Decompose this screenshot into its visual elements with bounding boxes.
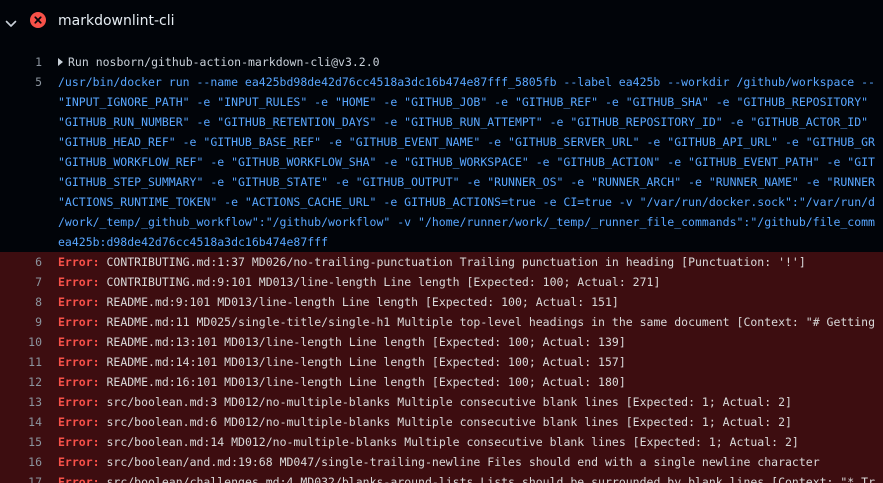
command-text: "ACTIONS_RUNTIME_TOKEN" -e "ACTIONS_CACH… [58, 195, 875, 209]
error-label: Error: [58, 415, 100, 429]
command-text: "GITHUB_RUN_NUMBER" -e "GITHUB_RETENTION… [58, 115, 869, 129]
error-message: src/boolean.md:14 MD012/no-multiple-blan… [106, 435, 799, 449]
log-output: 1 Run nosborn/github-action-markdown-cli… [0, 52, 883, 483]
command-text: ea425b:d98de42d76cc4518a3dc16b474e87fff [58, 235, 329, 249]
line-number[interactable]: 11 [0, 352, 42, 372]
triangle-right-icon[interactable] [58, 58, 63, 66]
log-line-command-continued: "INPUT_IGNORE_PATH" -e "INPUT_RULES" -e … [0, 92, 883, 112]
log-line-command-continued: "GITHUB_WORKFLOW_REF" -e "GITHUB_WORKFLO… [0, 152, 883, 172]
error-message: CONTRIBUTING.md:1:37 MD026/no-trailing-p… [106, 255, 806, 269]
workflow-log-page: markdownlint-cli 1 Run nosborn/github-ac… [0, 0, 883, 483]
log-line-command-continued: "GITHUB_HEAD_REF" -e "GITHUB_BASE_REF" -… [0, 132, 883, 152]
log-line-command-continued: "GITHUB_STEP_SUMMARY" -e "GITHUB_STATE" … [0, 172, 883, 192]
log-line-error: 8 Error: README.md:9:101 MD013/line-leng… [0, 292, 883, 312]
command-text: "GITHUB_STEP_SUMMARY" -e "GITHUB_STATE" … [58, 175, 875, 189]
error-message: README.md:9:101 MD013/line-length Line l… [106, 295, 619, 309]
line-number[interactable]: 15 [0, 432, 42, 452]
command-text: "INPUT_IGNORE_PATH" -e "INPUT_RULES" -e … [58, 95, 869, 109]
log-line-error: 7 Error: CONTRIBUTING.md:9:101 MD013/lin… [0, 272, 883, 292]
step-header[interactable]: markdownlint-cli [0, 0, 883, 43]
line-number[interactable]: 13 [0, 392, 42, 412]
error-message: README.md:16:101 MD013/line-length Line … [106, 375, 626, 389]
line-number[interactable]: 12 [0, 372, 42, 392]
log-line-error: 13 Error: src/boolean.md:3 MD012/no-mult… [0, 392, 883, 412]
error-label: Error: [58, 335, 100, 349]
log-line-error: 16 Error: src/boolean/and.md:19:68 MD047… [0, 452, 883, 472]
error-label: Error: [58, 435, 100, 449]
error-label: Error: [58, 475, 100, 483]
log-line-error: 14 Error: src/boolean.md:6 MD012/no-mult… [0, 412, 883, 432]
error-message: src/boolean.md:3 MD012/no-multiple-blank… [106, 395, 792, 409]
log-line-error: 11 Error: README.md:14:101 MD013/line-le… [0, 352, 883, 372]
error-label: Error: [58, 375, 100, 389]
error-message: README.md:14:101 MD013/line-length Line … [106, 355, 626, 369]
error-label: Error: [58, 355, 100, 369]
log-line-command-continued: ea425b:d98de42d76cc4518a3dc16b474e87fff [0, 232, 883, 252]
error-label: Error: [58, 315, 100, 329]
log-line-command: 5 /usr/bin/docker run --name ea425bd98de… [0, 72, 883, 92]
error-message: src/boolean.md:6 MD012/no-multiple-blank… [106, 415, 792, 429]
command-text: /usr/bin/docker run --name ea425bd98de42… [58, 75, 875, 89]
log-line-error: 10 Error: README.md:13:101 MD013/line-le… [0, 332, 883, 352]
log-line-error: 17 Error: src/boolean/challenges.md:4 MD… [0, 472, 883, 483]
group-title: Run nosborn/github-action-markdown-cli@v… [68, 55, 380, 69]
error-label: Error: [58, 255, 100, 269]
line-number[interactable]: 16 [0, 452, 42, 472]
error-message: src/boolean/challenges.md:4 MD032/blanks… [106, 475, 876, 483]
log-line-error: 9 Error: README.md:11 MD025/single-title… [0, 312, 883, 332]
error-message: README.md:11 MD025/single-title/single-h… [106, 315, 876, 329]
log-line-command-continued: /work/_temp/_github_workflow":"/github/w… [0, 212, 883, 232]
line-number[interactable]: 7 [0, 272, 42, 292]
line-number[interactable]: 8 [0, 292, 42, 312]
line-number[interactable]: 6 [0, 252, 42, 272]
command-text: /work/_temp/_github_workflow":"/github/w… [58, 215, 875, 229]
command-text: "GITHUB_WORKFLOW_REF" -e "GITHUB_WORKFLO… [58, 155, 875, 169]
command-text: "GITHUB_HEAD_REF" -e "GITHUB_BASE_REF" -… [58, 135, 875, 149]
log-line-error: 12 Error: README.md:16:101 MD013/line-le… [0, 372, 883, 392]
log-line-command-continued: "GITHUB_RUN_NUMBER" -e "GITHUB_RETENTION… [0, 112, 883, 132]
line-number[interactable]: 14 [0, 412, 42, 432]
line-number[interactable]: 17 [0, 472, 42, 483]
chevron-down-icon[interactable] [5, 15, 17, 27]
error-label: Error: [58, 295, 100, 309]
line-number[interactable]: 10 [0, 332, 42, 352]
log-line-error: 6 Error: CONTRIBUTING.md:1:37 MD026/no-t… [0, 252, 883, 272]
step-title: markdownlint-cli [58, 13, 175, 29]
line-number[interactable]: 9 [0, 312, 42, 332]
log-line-command-continued: "ACTIONS_RUNTIME_TOKEN" -e "ACTIONS_CACH… [0, 192, 883, 212]
error-message: README.md:13:101 MD013/line-length Line … [106, 335, 626, 349]
error-message: src/boolean/and.md:19:68 MD047/single-tr… [106, 455, 820, 469]
error-label: Error: [58, 455, 100, 469]
error-message: CONTRIBUTING.md:9:101 MD013/line-length … [106, 275, 661, 289]
error-label: Error: [58, 275, 100, 289]
error-label: Error: [58, 395, 100, 409]
x-circle-fill-icon [30, 12, 46, 28]
log-line-group[interactable]: 1 Run nosborn/github-action-markdown-cli… [0, 52, 883, 72]
line-number[interactable]: 5 [0, 72, 42, 92]
log-line-error: 15 Error: src/boolean.md:14 MD012/no-mul… [0, 432, 883, 452]
line-number[interactable]: 1 [0, 52, 42, 72]
